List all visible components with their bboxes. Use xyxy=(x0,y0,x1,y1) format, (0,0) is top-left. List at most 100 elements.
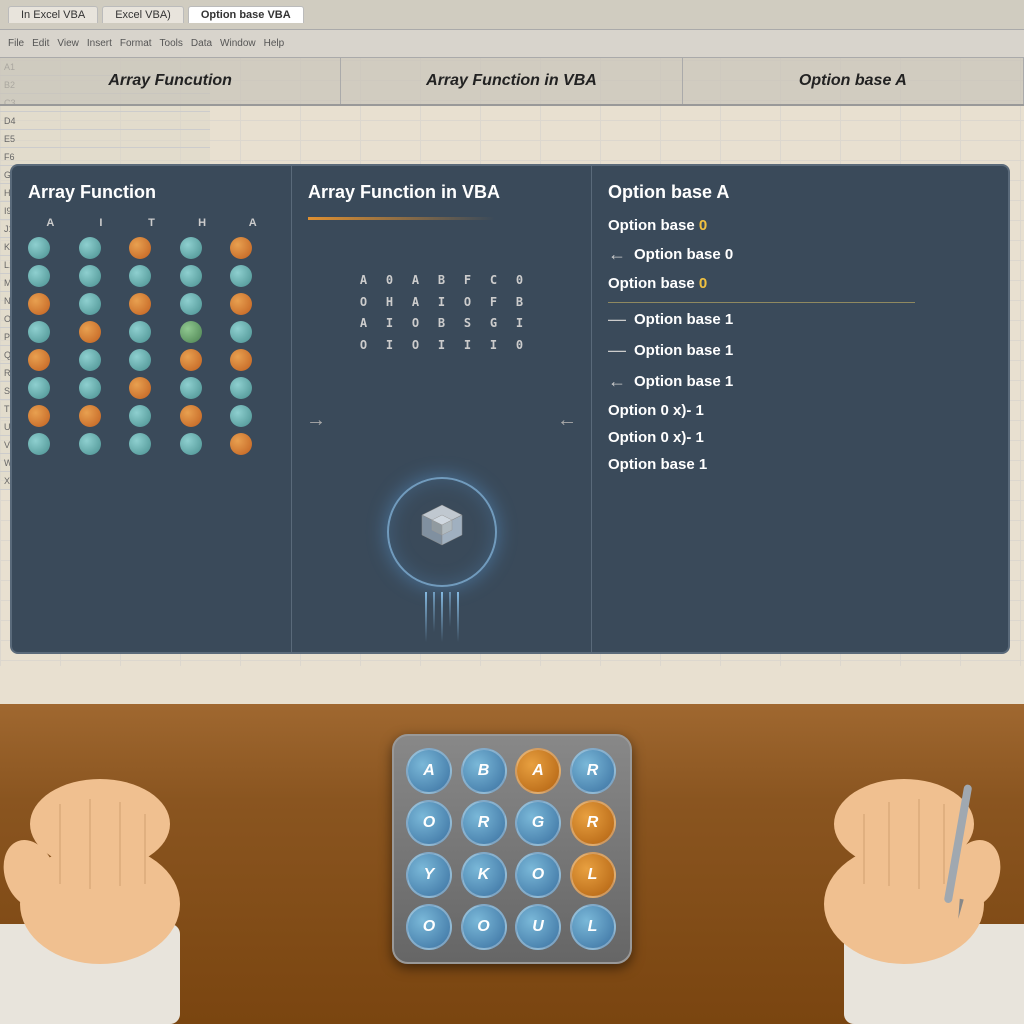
option-text-2: Option base 0 xyxy=(634,246,733,263)
dot-r4c1 xyxy=(28,321,50,343)
toolbar-item-file[interactable]: File xyxy=(8,38,24,49)
char-a3: A xyxy=(407,292,425,314)
dot-r5c5 xyxy=(230,349,252,371)
dot-col-a2: A xyxy=(230,217,275,229)
dot-r1c2 xyxy=(79,237,101,259)
col-header-array: Array Funcution xyxy=(0,58,341,104)
dot-r8c5 xyxy=(230,433,252,455)
binary-chars: A 0 A B F C 0 O H A I O F B xyxy=(308,270,575,356)
dot-r3c2 xyxy=(79,293,101,315)
toolbar-item-format[interactable]: Format xyxy=(120,38,152,49)
key-o3[interactable]: O xyxy=(406,904,452,950)
key-o1[interactable]: O xyxy=(406,800,452,846)
char-f2: F xyxy=(485,292,503,314)
right-section: Option base A Option base 0 ← Option bas… xyxy=(592,166,1008,652)
toolbar-item-view[interactable]: View xyxy=(57,38,79,49)
char-g: G xyxy=(485,313,503,335)
char-0b: 0 xyxy=(511,270,529,292)
dot-r8c3 xyxy=(129,433,151,455)
dot-r1c5 xyxy=(230,237,252,259)
key-r1[interactable]: R xyxy=(570,748,616,794)
key-o2[interactable]: O xyxy=(515,852,561,898)
option-text-6: Option base 1 xyxy=(634,373,733,390)
option-text-3: Option base 0 xyxy=(608,275,707,292)
left-section-title: Array Function xyxy=(28,182,275,203)
option-item-9: Option base 1 xyxy=(608,456,992,473)
char-o5: O xyxy=(407,335,425,357)
char-h: H xyxy=(381,292,399,314)
dot-r4c2 xyxy=(79,321,101,343)
cube-glow xyxy=(387,477,497,587)
key-r2[interactable]: R xyxy=(461,800,507,846)
dot-r5c4 xyxy=(180,349,202,371)
toolbar-item-window[interactable]: Window xyxy=(220,38,256,49)
char-o4: O xyxy=(355,335,373,357)
option-value-3: 0 xyxy=(699,275,707,292)
tab-excel-vba[interactable]: In Excel VBA xyxy=(8,6,98,23)
keyboard-body: A B A R O R G R Y K O L O O U L xyxy=(392,734,632,964)
char-b: B xyxy=(433,270,451,292)
key-a[interactable]: A xyxy=(406,748,452,794)
keyboard-device[interactable]: A B A R O R G R Y K O L O O U L xyxy=(392,734,632,964)
tab-bar: In Excel VBA Excel VBA) Option base VBA xyxy=(0,0,1024,30)
key-grid: A B A R O R G R Y K O L O O U L xyxy=(406,748,618,950)
dot-r5c1 xyxy=(28,349,50,371)
key-a2[interactable]: A xyxy=(515,748,561,794)
option-value-8: 0 x)- 1 xyxy=(661,429,704,446)
option-value-4: 1 xyxy=(725,311,733,328)
tab-excel-vba2[interactable]: Excel VBA) xyxy=(102,6,184,23)
dot-r1c1 xyxy=(28,237,50,259)
toolbar-item-data[interactable]: Data xyxy=(191,38,212,49)
key-r3[interactable]: R xyxy=(570,800,616,846)
char-i2: I xyxy=(381,313,399,335)
option-item-1: Option base 0 xyxy=(608,217,992,234)
key-u[interactable]: U xyxy=(515,904,561,950)
dot-r4c4 xyxy=(180,321,202,343)
toolbar-item-edit[interactable]: Edit xyxy=(32,38,49,49)
dot-col-h: H xyxy=(180,217,225,229)
dot-r6c4 xyxy=(180,377,202,399)
dot-r8c4 xyxy=(180,433,202,455)
right-section-title: Option base A xyxy=(608,182,992,203)
char-a1: A xyxy=(355,270,373,292)
key-l2[interactable]: L xyxy=(570,904,616,950)
option-value-9: 1 xyxy=(699,456,707,473)
key-k[interactable]: K xyxy=(461,852,507,898)
toolbar-item-tools[interactable]: Tools xyxy=(160,38,183,49)
dot-r2c4 xyxy=(180,265,202,287)
left-section: Array Function A I T H A xyxy=(12,166,292,652)
option-item-7: Option 0 x)- 1 xyxy=(608,402,992,419)
option-text-9: Option base 1 xyxy=(608,456,707,473)
dot-r7c5 xyxy=(230,405,252,427)
main-area: Array Funcution Array Function in VBA Op… xyxy=(0,58,1024,678)
dot-r8c2 xyxy=(79,433,101,455)
char-1b: I xyxy=(433,335,451,357)
option-text-5: Option base 1 xyxy=(634,342,733,359)
key-y[interactable]: Y xyxy=(406,852,452,898)
option-text-7: Option 0 x)- 1 xyxy=(608,402,704,419)
cube-container xyxy=(382,472,502,592)
char-f: F xyxy=(459,270,477,292)
dot-r6c2 xyxy=(79,377,101,399)
char-o3: O xyxy=(407,313,425,335)
binary-row-3: A I O B S G I xyxy=(308,313,575,335)
char-0: 0 xyxy=(381,270,399,292)
option-item-8: Option 0 x)- 1 xyxy=(608,429,992,446)
key-g[interactable]: G xyxy=(515,800,561,846)
key-o4[interactable]: O xyxy=(461,904,507,950)
char-1d: I xyxy=(485,335,503,357)
key-b[interactable]: B xyxy=(461,748,507,794)
dot-r6c3 xyxy=(129,377,151,399)
hand-left xyxy=(0,724,330,1024)
key-l1[interactable]: L xyxy=(570,852,616,898)
toolbar-item-help[interactable]: Help xyxy=(264,38,285,49)
dot-grid xyxy=(28,237,275,455)
option-item-3: Option base 0 xyxy=(608,275,992,292)
dot-r4c3 xyxy=(129,321,151,343)
dot-r2c3 xyxy=(129,265,151,287)
dot-r3c3 xyxy=(129,293,151,315)
toolbar-item-insert[interactable]: Insert xyxy=(87,38,112,49)
tab-option-base-vba[interactable]: Option base VBA xyxy=(188,6,304,23)
option-value-2: 0 xyxy=(725,246,733,263)
char-a4: A xyxy=(355,313,373,335)
